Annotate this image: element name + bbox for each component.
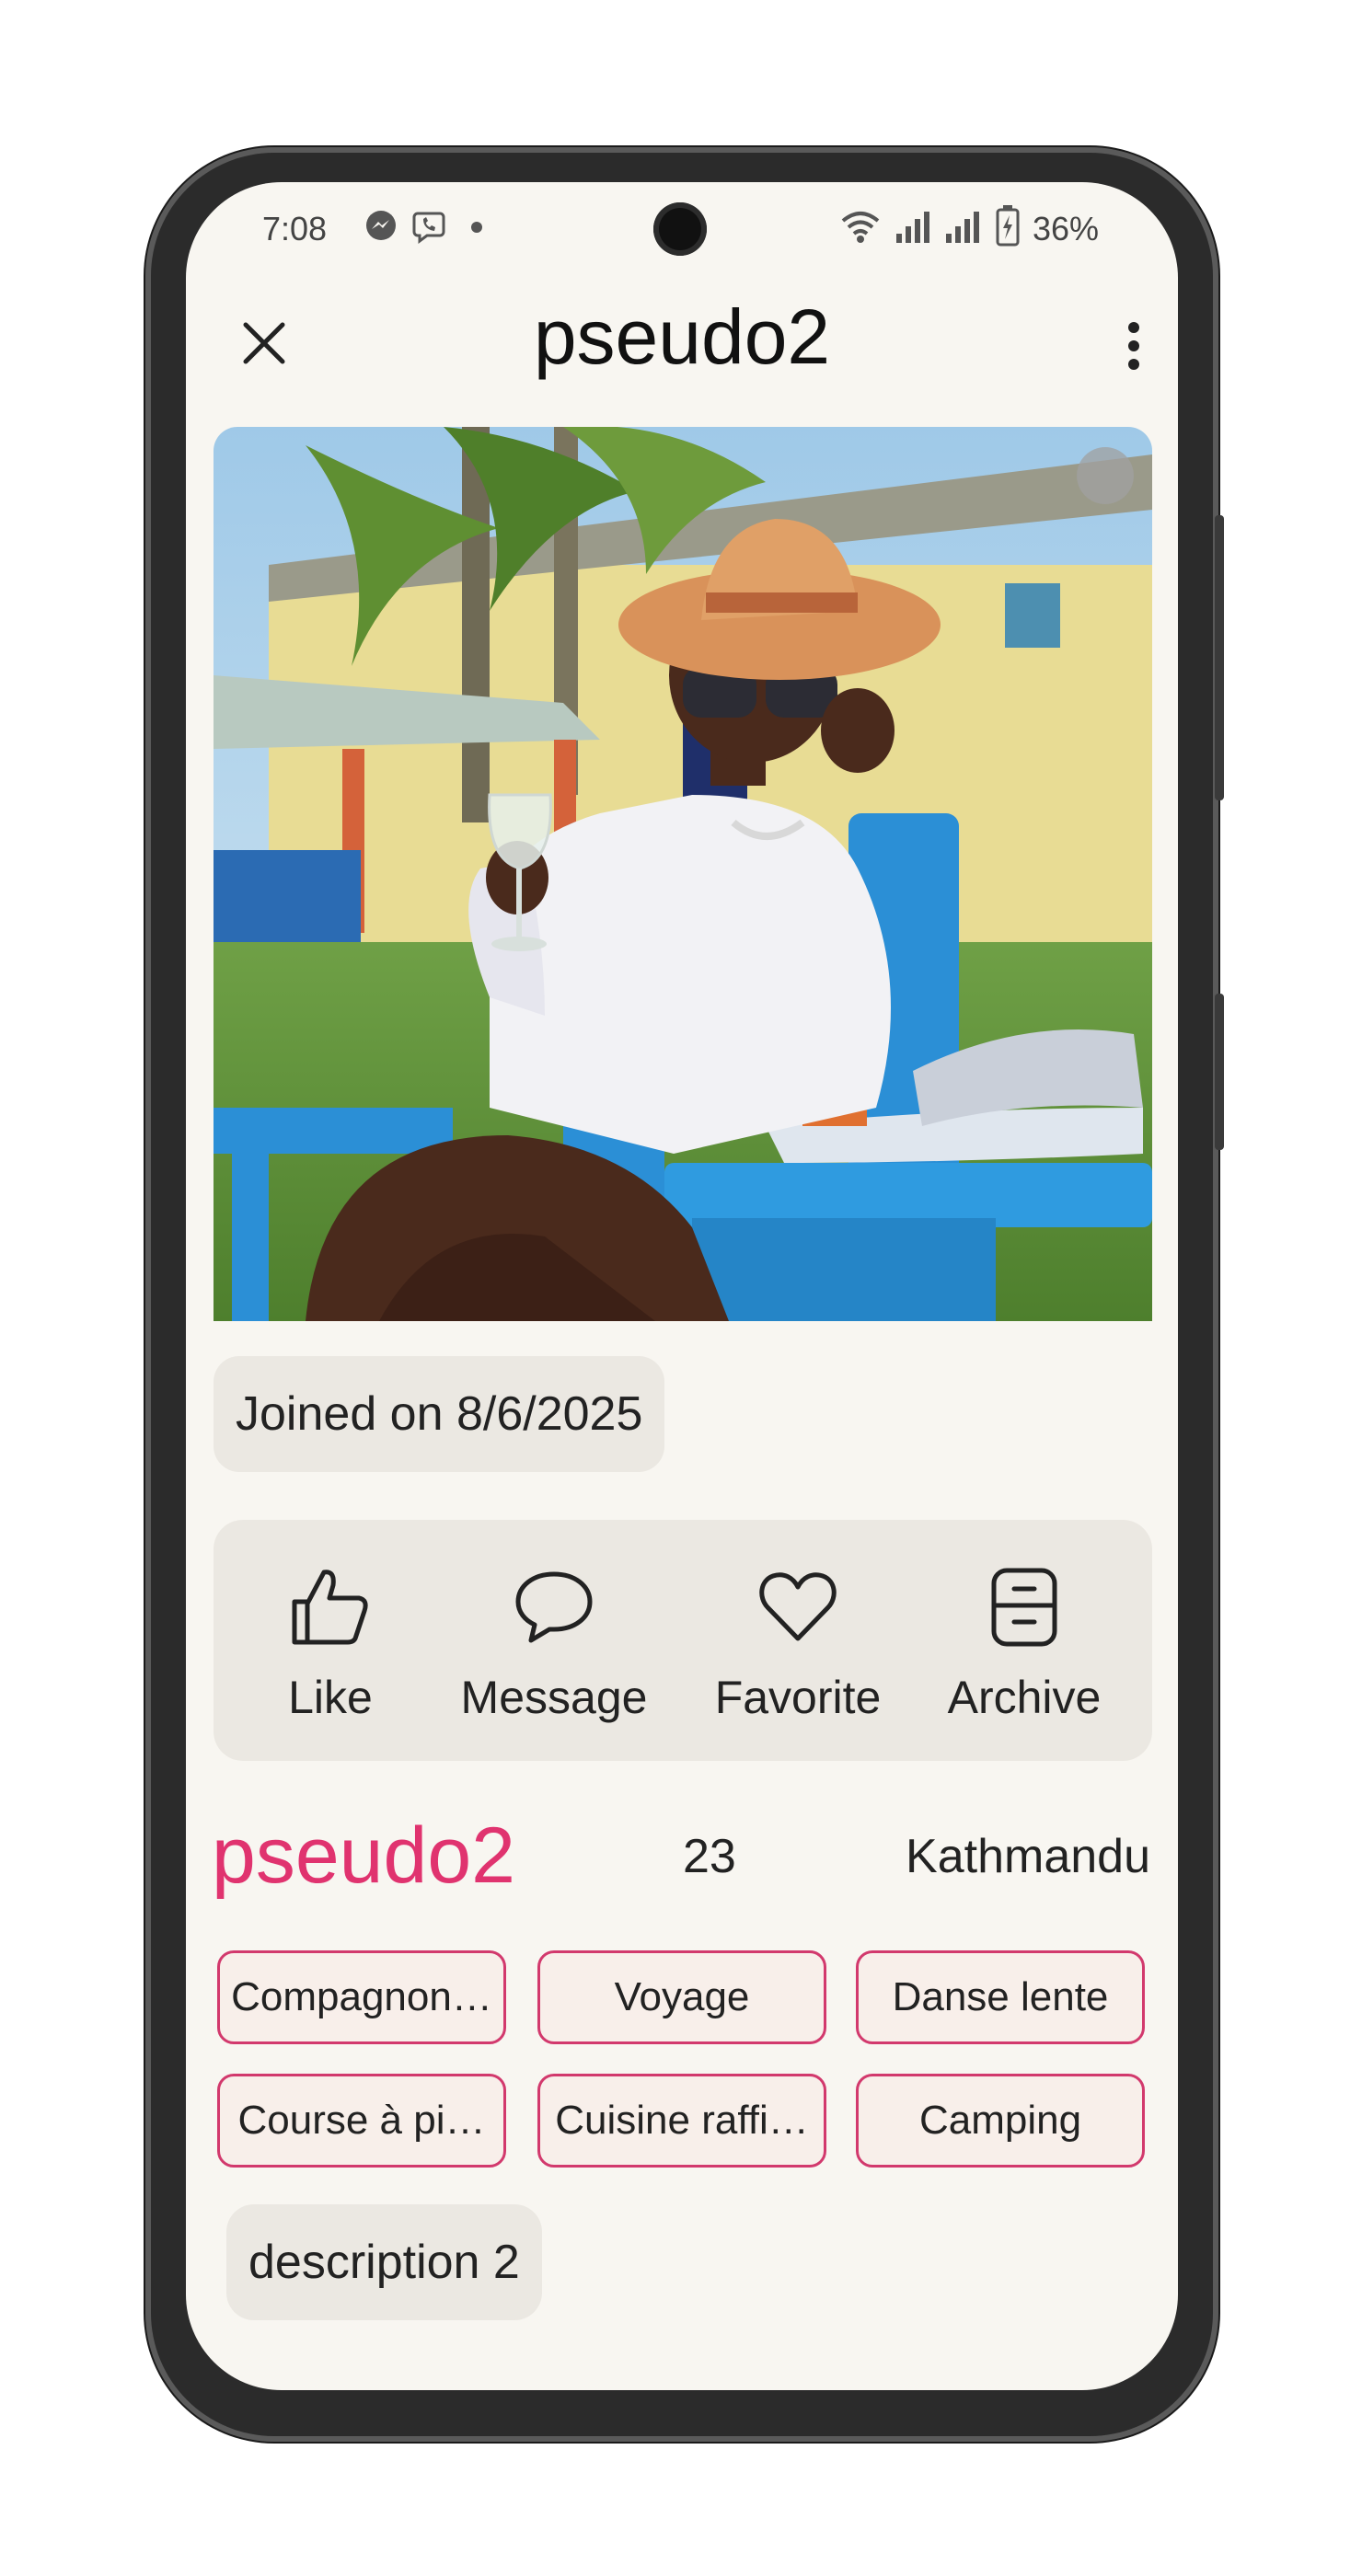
archive-icon [991,1568,1057,1647]
action-bar: Like Message Favorite Archive [214,1520,1152,1761]
more-vertical-icon [1128,322,1139,370]
signal-icon [944,208,981,249]
interest-tag[interactable]: Compagnon… [217,1950,506,2044]
favorite-button[interactable]: Favorite [683,1560,913,1744]
more-options-button[interactable] [1106,309,1161,383]
signal-icon [895,208,931,249]
like-label: Like [288,1672,373,1723]
interest-tag[interactable]: Voyage [537,1950,826,2044]
volume-button [1215,994,1224,1150]
profile-description: description 2 [226,2204,542,2320]
status-time: 7:08 [262,210,328,247]
message-button[interactable]: Message [439,1560,669,1744]
battery-percent: 36% [1033,210,1100,247]
favorite-label: Favorite [714,1672,882,1723]
interest-tag[interactable]: Cuisine raffi… [537,2074,826,2168]
chat-bubble-icon [515,1571,593,1643]
front-camera [653,202,707,256]
heart-icon [759,1572,837,1641]
archive-button[interactable]: Archive [909,1560,1139,1744]
archive-label: Archive [947,1672,1102,1723]
page-title: pseudo2 [533,293,831,380]
dot-icon [471,221,482,237]
photo-indicator [1077,447,1134,504]
profile-photo[interactable] [214,427,1152,1321]
interest-tag[interactable]: Camping [856,2074,1145,2168]
wifi-icon [841,208,880,249]
joined-date-chip: Joined on 8/6/2025 [214,1356,665,1472]
profile-photo-image [214,427,1152,1321]
profile-name: pseudo2 [212,1811,515,1900]
interest-tag[interactable]: Danse lente [856,1950,1145,2044]
status-bar: 7:08 36% [186,182,1178,274]
app-screen: 7:08 36% pseudo2 Joined on 8/6/2025 Like… [186,182,1178,2390]
profile-age: 23 [683,1830,736,1883]
profile-city: Kathmandu [906,1830,1150,1883]
power-button [1215,515,1224,800]
thumbs-up-icon [292,1570,368,1645]
battery-charging-icon [996,204,1020,251]
interest-tag[interactable]: Course à pi… [217,2074,506,2168]
messenger-icon [363,208,399,249]
message-label: Message [460,1672,648,1723]
viber-icon [410,208,447,249]
like-button[interactable]: Like [215,1560,445,1744]
